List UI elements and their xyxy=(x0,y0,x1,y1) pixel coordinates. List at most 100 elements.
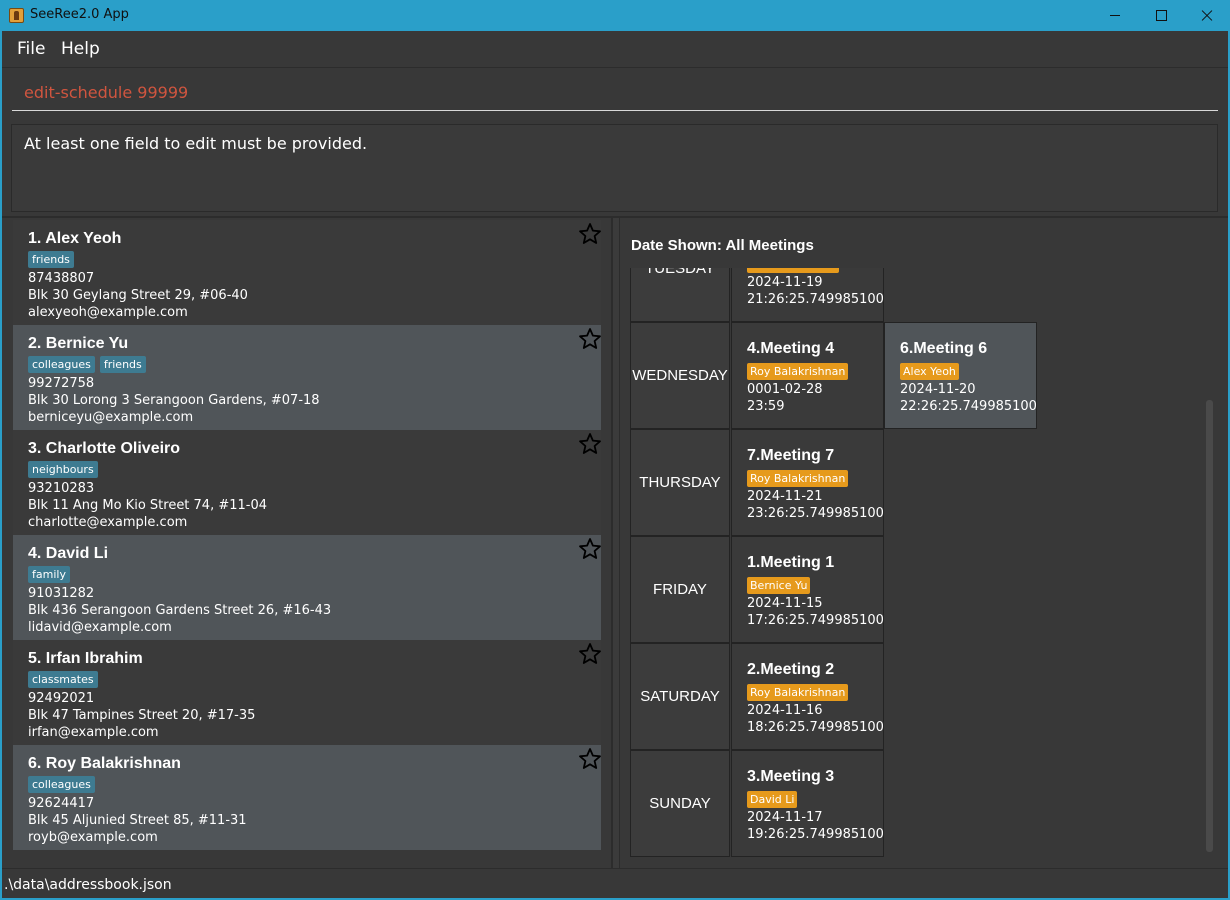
meeting-card[interactable]: 7.Meeting 7 Roy Balakrishnan 2024-11-21 23:… xyxy=(731,429,884,536)
split-pane-divider[interactable] xyxy=(612,218,620,868)
person-address: Blk 436 Serangoon Gardens Street 26, #16… xyxy=(28,603,332,618)
meeting-time: 17:26:25.749985100 xyxy=(747,613,884,628)
meeting-card[interactable]: 1.Meeting 1 Bernice Yu 2024-11-15 17:26:25.… xyxy=(731,536,884,643)
meeting-contact-tag: Roy Balakrishnan xyxy=(747,363,849,380)
meeting-time: 23:26:25.749985100 xyxy=(747,506,884,521)
meeting-date: 2024-11-15 xyxy=(747,596,823,611)
schedule-panel: Date Shown: All Meetings TUESDAY 2024-11… xyxy=(620,218,1228,868)
person-card[interactable]: 1. Alex Yeoh friends 87438807 Blk 30 Geylan… xyxy=(13,220,601,325)
schedule-title: Date Shown: All Meetings xyxy=(631,237,814,254)
window-title: SeeRee2.0 App xyxy=(30,7,129,22)
person-phone: 92624417 xyxy=(28,796,95,811)
person-phone: 87438807 xyxy=(28,271,95,286)
person-tags: colleagues friends xyxy=(28,356,146,373)
star-icon[interactable] xyxy=(578,432,602,456)
meeting-contact-tag: Alex Yeoh xyxy=(900,363,959,380)
meeting-time: 23:59 xyxy=(747,399,785,414)
meeting-card[interactable]: 3.Meeting 3 David Li 2024-11-17 19:26:25.74… xyxy=(731,750,884,857)
meeting-date: 2024-11-16 xyxy=(747,703,823,718)
person-name: 6. Roy Balakrishnan xyxy=(28,755,181,772)
person-name: 5. Irfan Ibrahim xyxy=(28,650,143,667)
meeting-title: 7.Meeting 7 xyxy=(747,447,835,464)
person-list-panel[interactable]: 1. Alex Yeoh friends 87438807 Blk 30 Geylan… xyxy=(2,218,612,868)
person-phone: 99272758 xyxy=(28,376,95,391)
meeting-card-tuesday[interactable]: 2024-11-19 21:26:25.749985100 xyxy=(731,268,884,322)
meeting-contact-tag: Roy Balakrishnan xyxy=(747,470,849,487)
meeting-card[interactable]: 4.Meeting 4 Roy Balakrishnan 0001-02-28 23:… xyxy=(731,322,884,429)
person-card[interactable]: 6. Roy Balakrishnan colleagues 92624417 Blk… xyxy=(13,745,601,850)
meeting-contact-tag: David Li xyxy=(747,791,798,808)
meeting-date: 2024-11-19 xyxy=(747,275,823,290)
meeting-contact-tag xyxy=(747,268,839,273)
result-display: At least one field to edit must be provi… xyxy=(11,124,1218,212)
tag-badge: friends xyxy=(28,251,74,268)
person-card[interactable]: 4. David Li family 91031282 Blk 436 Serango… xyxy=(13,535,601,640)
meeting-title: 2.Meeting 2 xyxy=(747,661,835,678)
person-email: irfan@example.com xyxy=(28,725,159,740)
person-address: Blk 11 Ang Mo Kio Street 74, #11-04 xyxy=(28,498,268,513)
meeting-title: 3.Meeting 3 xyxy=(747,768,835,785)
person-card[interactable]: 5. Irfan Ibrahim classmates 92492021 Blk 47… xyxy=(13,640,601,745)
person-address: Blk 47 Tampines Street 20, #17-35 xyxy=(28,708,256,723)
minimize-button[interactable] xyxy=(1092,0,1138,31)
close-button[interactable] xyxy=(1184,0,1230,31)
person-phone: 93210283 xyxy=(28,481,95,496)
star-icon[interactable] xyxy=(578,642,602,666)
day-label-saturday: SATURDAY xyxy=(630,643,730,750)
tag-badge: neighbours xyxy=(28,461,98,478)
person-address: Blk 45 Aljunied Street 85, #11-31 xyxy=(28,813,247,828)
meeting-title: 4.Meeting 4 xyxy=(747,340,835,357)
tag-badge: classmates xyxy=(28,671,98,688)
person-name: 4. David Li xyxy=(28,545,109,562)
day-label-tuesday: TUESDAY xyxy=(630,268,730,322)
star-icon[interactable] xyxy=(578,747,602,771)
maximize-button[interactable] xyxy=(1138,0,1184,31)
person-email: lidavid@example.com xyxy=(28,620,172,635)
star-icon[interactable] xyxy=(578,327,602,351)
command-input[interactable]: edit-schedule 99999 xyxy=(12,77,1218,111)
day-label-sunday: SUNDAY xyxy=(630,750,730,857)
day-label-wednesday: WEDNESDAY xyxy=(630,322,730,429)
person-tags: classmates xyxy=(28,671,98,688)
meeting-time: 18:26:25.749985100 xyxy=(747,720,884,735)
meeting-time: 22:26:25.749985100 xyxy=(900,399,1037,414)
person-email: berniceyu@example.com xyxy=(28,410,194,425)
person-address: Blk 30 Lorong 3 Serangoon Gardens, #07-1… xyxy=(28,393,320,408)
menu-file[interactable]: File xyxy=(17,39,45,59)
status-bar-file-path: .\data\addressbook.json xyxy=(2,868,1228,898)
tag-badge: colleagues xyxy=(28,776,95,793)
meeting-date: 2024-11-17 xyxy=(747,810,823,825)
person-email: royb@example.com xyxy=(28,830,158,845)
person-email: alexyeoh@example.com xyxy=(28,305,188,320)
star-icon[interactable] xyxy=(578,222,602,246)
meeting-title: 1.Meeting 1 xyxy=(747,554,835,571)
person-card[interactable]: 3. Charlotte Oliveiro neighbours 93210283 B… xyxy=(13,430,601,535)
meeting-card[interactable]: 2.Meeting 2 Roy Balakrishnan 2024-11-16 18:… xyxy=(731,643,884,750)
person-card[interactable]: 2. Bernice Yu colleagues friends 99272758 Bl… xyxy=(13,325,601,430)
person-tags: neighbours xyxy=(28,461,98,478)
tag-badge: family xyxy=(28,566,70,583)
person-tags: family xyxy=(28,566,70,583)
command-box: edit-schedule 99999 xyxy=(2,67,1228,117)
person-tags: friends xyxy=(28,251,74,268)
menu-help[interactable]: Help xyxy=(61,39,100,59)
meeting-time: 21:26:25.749985100 xyxy=(747,292,884,307)
meeting-card[interactable]: 6.Meeting 6 Alex Yeoh 2024-11-20 22:26:25.7… xyxy=(884,322,1037,429)
day-label-friday: FRIDAY xyxy=(630,536,730,643)
menu-bar: File Help xyxy=(2,31,1228,67)
person-name: 1. Alex Yeoh xyxy=(28,230,122,247)
meeting-contact-tag: Bernice Yu xyxy=(747,577,811,594)
person-name: 3. Charlotte Oliveiro xyxy=(28,440,181,457)
tag-badge: friends xyxy=(99,356,146,373)
schedule-scrollbar[interactable] xyxy=(1206,400,1213,852)
person-phone: 91031282 xyxy=(28,586,95,601)
day-label-thursday: THURSDAY xyxy=(630,429,730,536)
person-email: charlotte@example.com xyxy=(28,515,188,530)
meeting-date: 0001-02-28 xyxy=(747,382,823,397)
app-icon xyxy=(9,8,24,23)
star-icon[interactable] xyxy=(578,537,602,561)
meeting-date: 2024-11-20 xyxy=(900,382,976,397)
meeting-time: 19:26:25.749985100 xyxy=(747,827,884,842)
person-address: Blk 30 Geylang Street 29, #06-40 xyxy=(28,288,248,303)
schedule-grid[interactable]: TUESDAY 2024-11-19 21:26:25.749985100 WE… xyxy=(630,268,1210,858)
